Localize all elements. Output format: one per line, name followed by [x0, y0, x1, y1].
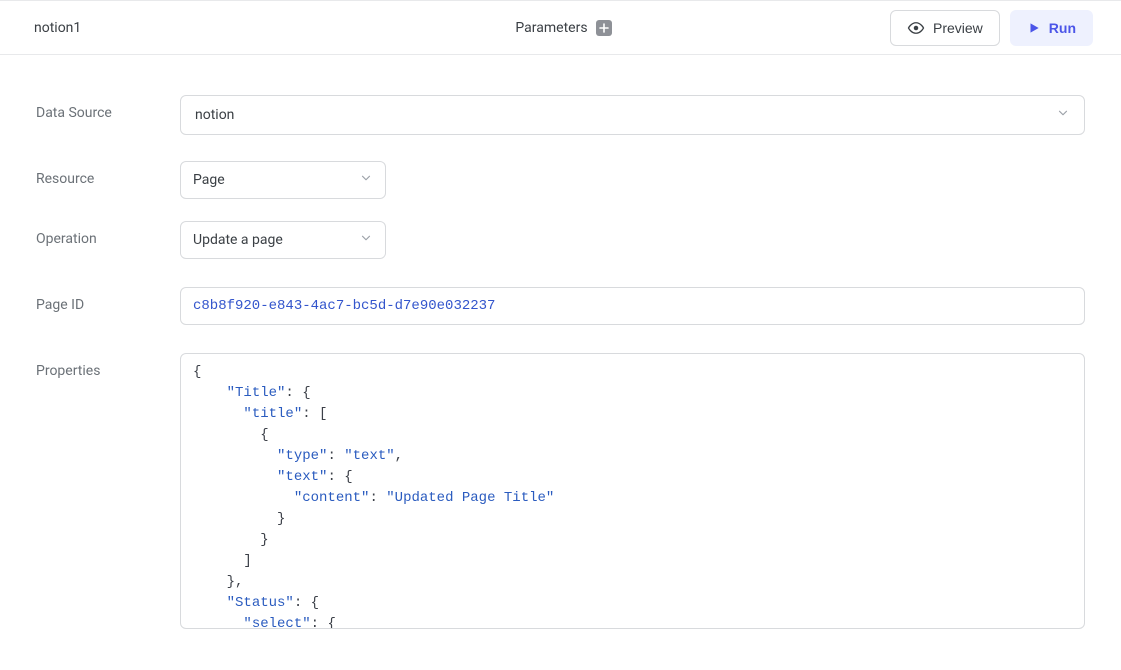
play-icon [1027, 21, 1041, 35]
eye-icon [907, 19, 925, 37]
top-bar: notion1 Parameters Preview [0, 0, 1121, 55]
tab-label: Parameters [515, 20, 587, 36]
data-source-select[interactable]: notion [180, 95, 1085, 135]
chevron-down-icon [359, 231, 373, 249]
label-resource: Resource [36, 161, 180, 187]
row-data-source: Data Source notion [36, 95, 1085, 135]
operation-select[interactable]: Update a page [180, 221, 386, 259]
row-resource: Resource Page [36, 161, 1085, 199]
form: Data Source notion Resource Page Operati… [0, 55, 1121, 670]
chevron-down-icon [1056, 106, 1070, 124]
resource-value: Page [193, 172, 225, 188]
label-properties: Properties [36, 353, 180, 379]
run-button[interactable]: Run [1010, 10, 1093, 46]
preview-button[interactable]: Preview [890, 10, 1000, 46]
properties-code[interactable]: { "Title": { "title": [ { "type": "text"… [181, 354, 1084, 628]
label-data-source: Data Source [36, 95, 180, 121]
data-source-value: notion [195, 107, 234, 123]
label-page-id: Page ID [36, 287, 180, 313]
properties-editor[interactable]: { "Title": { "title": [ { "type": "text"… [180, 353, 1085, 629]
row-page-id: Page ID [36, 287, 1085, 325]
operation-value: Update a page [193, 232, 283, 248]
page-title: notion1 [34, 20, 387, 36]
run-label: Run [1049, 20, 1076, 36]
label-operation: Operation [36, 221, 180, 247]
tab-parameters[interactable]: Parameters [387, 20, 740, 36]
plus-icon[interactable] [596, 20, 612, 36]
page-id-input[interactable] [180, 287, 1085, 325]
row-properties: Properties { "Title": { "title": [ { "ty… [36, 353, 1085, 629]
chevron-down-icon [359, 171, 373, 189]
row-operation: Operation Update a page [36, 221, 1085, 259]
preview-label: Preview [933, 20, 983, 36]
resource-select[interactable]: Page [180, 161, 386, 199]
